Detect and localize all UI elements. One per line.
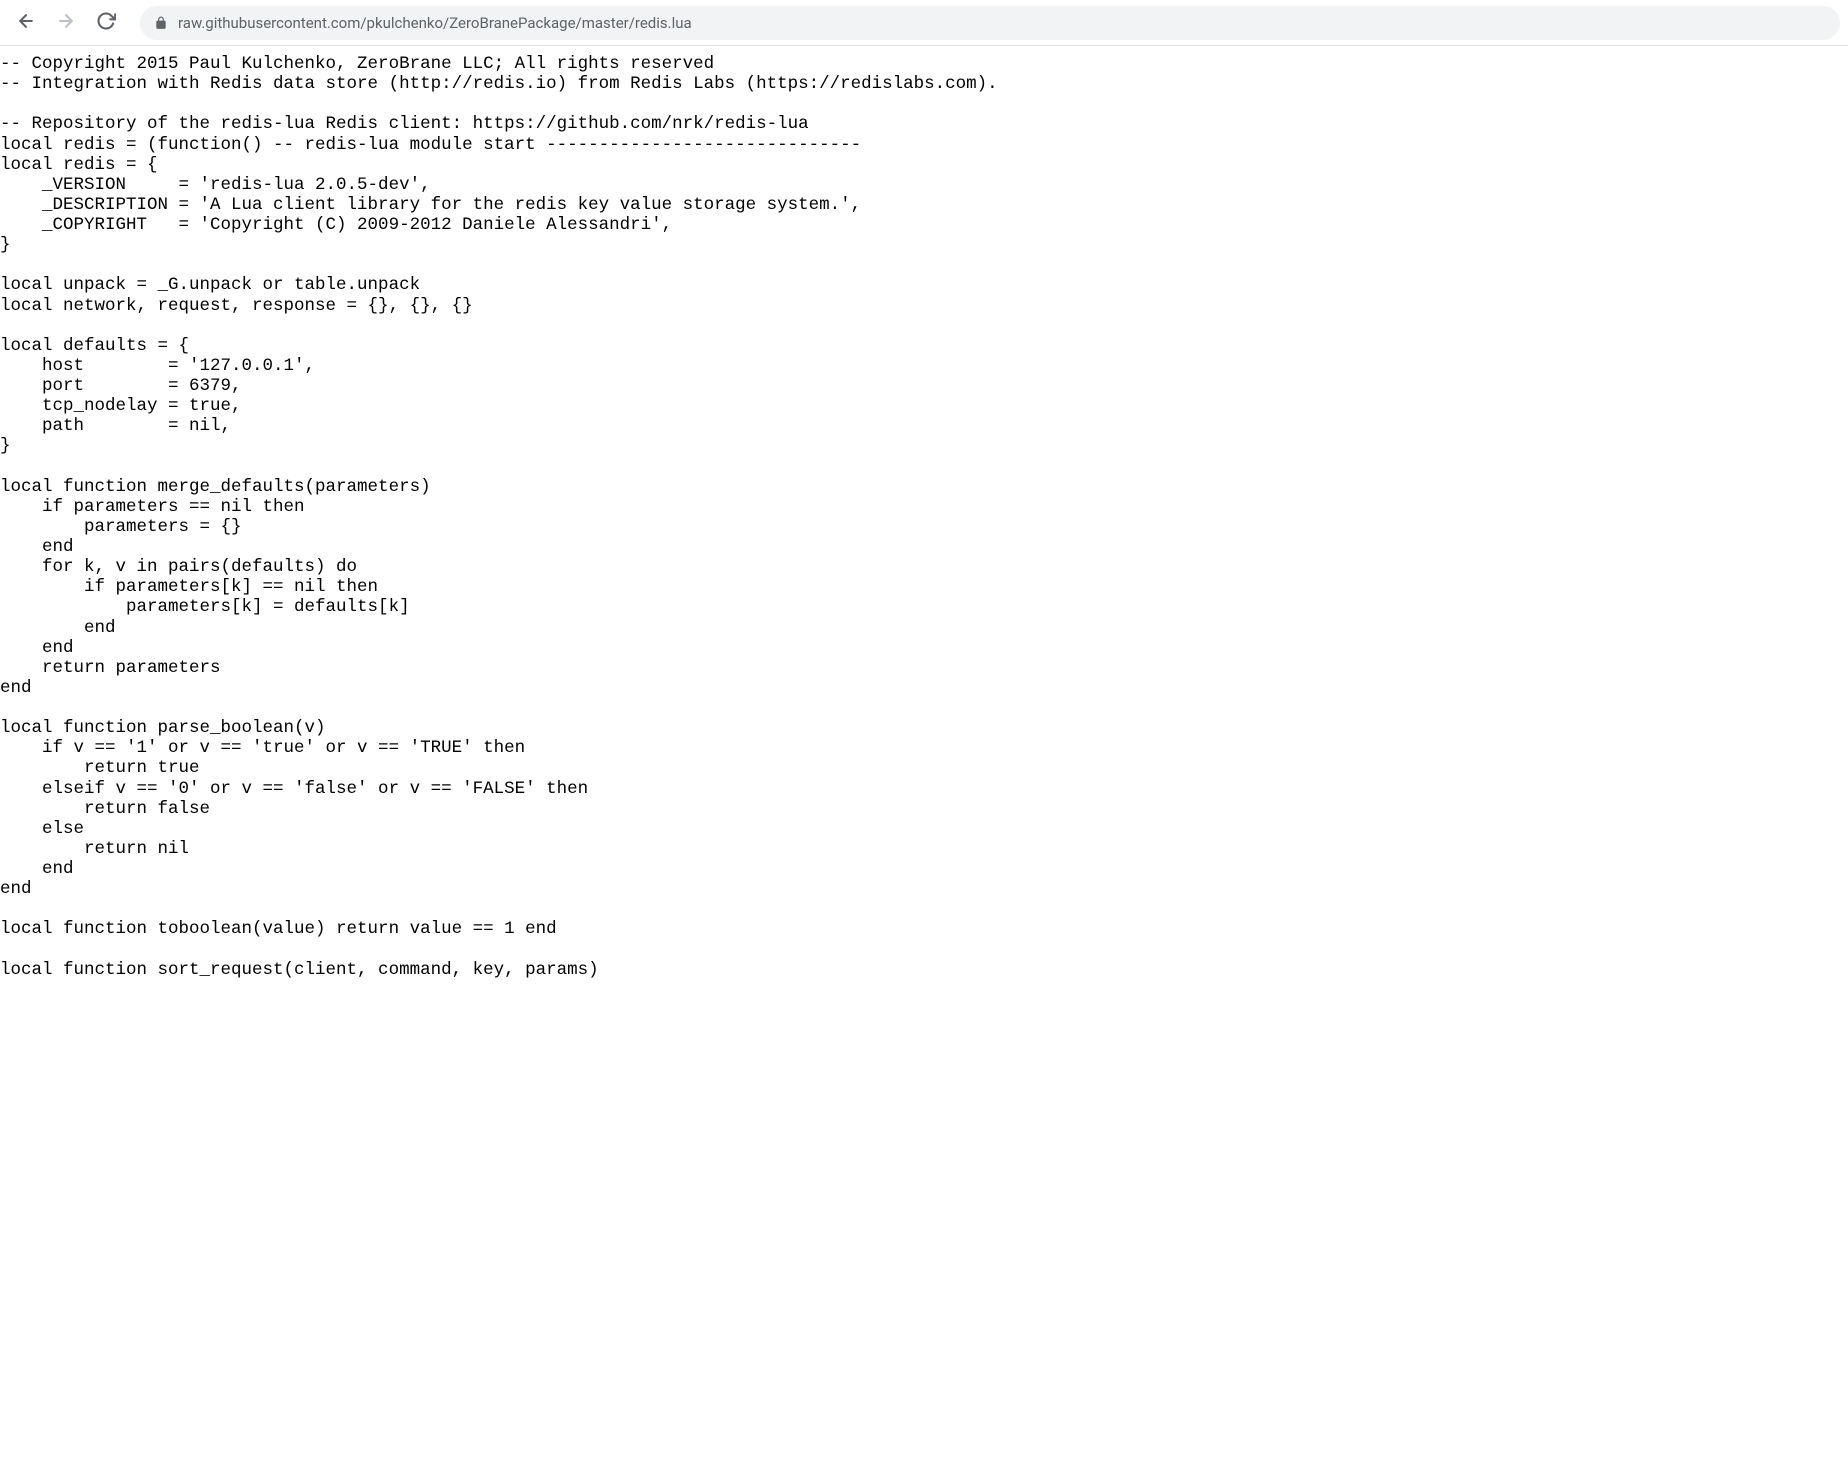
url-text: raw.githubusercontent.com/pkulchenko/Zer… [178, 14, 692, 32]
forward-arrow-icon [56, 11, 76, 34]
reload-icon [96, 11, 116, 34]
forward-button[interactable] [48, 5, 84, 41]
address-bar[interactable]: raw.githubusercontent.com/pkulchenko/Zer… [140, 6, 1840, 40]
raw-file-content: -- Copyright 2015 Paul Kulchenko, ZeroBr… [0, 46, 1848, 980]
lock-icon [154, 16, 168, 30]
reload-button[interactable] [88, 5, 124, 41]
back-arrow-icon [16, 11, 36, 34]
browser-toolbar: raw.githubusercontent.com/pkulchenko/Zer… [0, 0, 1848, 46]
back-button[interactable] [8, 5, 44, 41]
